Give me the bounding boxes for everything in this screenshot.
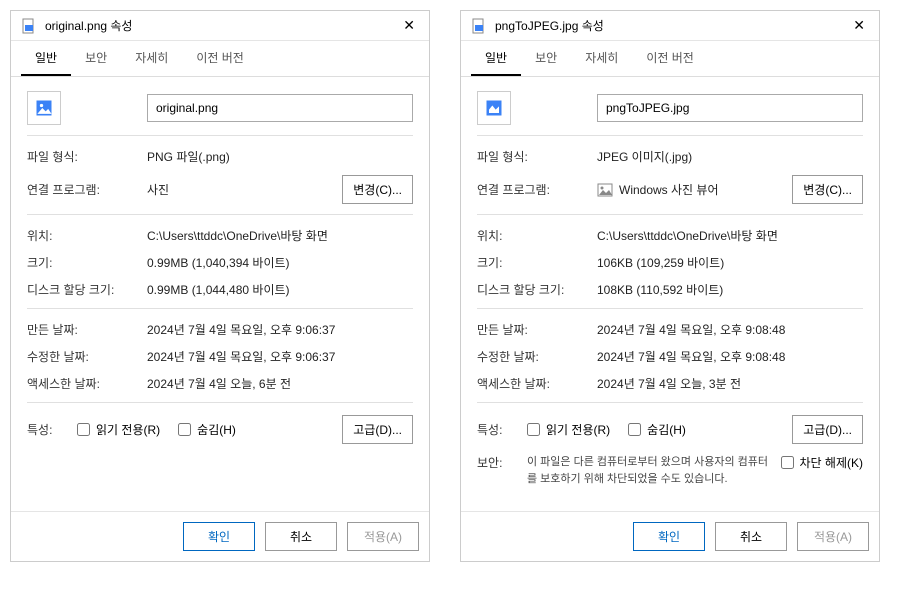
attributes-label: 특성: <box>27 421 77 438</box>
unblock-input[interactable] <box>781 456 794 469</box>
advanced-button[interactable]: 고급(D)... <box>342 415 413 444</box>
location-label: 위치: <box>477 227 597 244</box>
accessed-label: 액세스한 날짜: <box>477 375 597 392</box>
app-icon <box>597 182 613 198</box>
size-value: 0.99MB (1,040,394 바이트) <box>147 254 413 271</box>
location-label: 위치: <box>27 227 147 244</box>
apply-button[interactable]: 적용(A) <box>347 522 419 551</box>
hidden-checkbox[interactable]: 숨김(H) <box>628 421 686 438</box>
readonly-checkbox[interactable]: 읽기 전용(R) <box>77 421 160 438</box>
modified-value: 2024년 7월 4일 목요일, 오후 9:08:48 <box>597 348 863 365</box>
accessed-value: 2024년 7월 4일 오늘, 3분 전 <box>597 375 863 392</box>
disksize-label: 디스크 할당 크기: <box>477 281 597 298</box>
disksize-value: 108KB (110,592 바이트) <box>597 281 863 298</box>
filename-input[interactable] <box>597 94 863 122</box>
change-button[interactable]: 변경(C)... <box>342 175 413 204</box>
opens-with-value: 사진 <box>147 181 342 198</box>
ok-button[interactable]: 확인 <box>633 522 705 551</box>
dialog-body: 파일 형식: PNG 파일(.png) 연결 프로그램: 사진 변경(C)...… <box>11 77 429 511</box>
divider <box>477 214 863 215</box>
security-text: 이 파일은 다른 컴퓨터로부터 왔으며 사용자의 컴퓨터를 보호하기 위해 차단… <box>527 454 771 487</box>
hidden-checkbox[interactable]: 숨김(H) <box>178 421 236 438</box>
hidden-input[interactable] <box>178 423 191 436</box>
size-label: 크기: <box>477 254 597 271</box>
dialog-footer: 확인 취소 적용(A) <box>461 511 879 561</box>
size-value: 106KB (109,259 바이트) <box>597 254 863 271</box>
accessed-label: 액세스한 날짜: <box>27 375 147 392</box>
tab-general[interactable]: 일반 <box>471 41 521 76</box>
close-icon[interactable]: ✕ <box>399 17 419 34</box>
advanced-button[interactable]: 고급(D)... <box>792 415 863 444</box>
unblock-checkbox[interactable]: 차단 해제(K) <box>781 454 864 471</box>
filename-input[interactable] <box>147 94 413 122</box>
properties-dialog-left: original.png 속성 ✕ 일반 보안 자세히 이전 버전 파일 형식:… <box>10 10 430 562</box>
titlebar: original.png 속성 ✕ <box>11 11 429 41</box>
opens-with-label: 연결 프로그램: <box>477 181 597 198</box>
location-value: C:\Users\ttddc\OneDrive\바탕 화면 <box>597 227 863 244</box>
hidden-text: 숨김(H) <box>647 421 686 438</box>
created-value: 2024년 7월 4일 목요일, 오후 9:08:48 <box>597 321 863 338</box>
divider <box>27 214 413 215</box>
modified-label: 수정한 날짜: <box>477 348 597 365</box>
created-label: 만든 날짜: <box>27 321 147 338</box>
accessed-value: 2024년 7월 4일 오늘, 6분 전 <box>147 375 413 392</box>
tab-security[interactable]: 보안 <box>71 41 121 76</box>
modified-value: 2024년 7월 4일 목요일, 오후 9:06:37 <box>147 348 413 365</box>
readonly-input[interactable] <box>77 423 90 436</box>
location-value: C:\Users\ttddc\OneDrive\바탕 화면 <box>147 227 413 244</box>
close-icon[interactable]: ✕ <box>849 17 869 34</box>
hidden-text: 숨김(H) <box>197 421 236 438</box>
filetype-value: PNG 파일(.png) <box>147 148 413 165</box>
divider <box>477 135 863 136</box>
disksize-value: 0.99MB (1,044,480 바이트) <box>147 281 413 298</box>
tab-details[interactable]: 자세히 <box>121 41 182 76</box>
filetype-label: 파일 형식: <box>27 148 147 165</box>
window-title: pngToJPEG.jpg 속성 <box>495 17 849 34</box>
file-type-icon <box>27 91 61 125</box>
file-type-icon <box>477 91 511 125</box>
divider <box>27 402 413 403</box>
tab-previous[interactable]: 이전 버전 <box>182 41 258 76</box>
file-icon <box>471 18 487 34</box>
apply-button[interactable]: 적용(A) <box>797 522 869 551</box>
created-value: 2024년 7월 4일 목요일, 오후 9:06:37 <box>147 321 413 338</box>
created-label: 만든 날짜: <box>477 321 597 338</box>
opens-with-label: 연결 프로그램: <box>27 181 147 198</box>
tab-details[interactable]: 자세히 <box>571 41 632 76</box>
tabs: 일반 보안 자세히 이전 버전 <box>461 41 879 77</box>
ok-button[interactable]: 확인 <box>183 522 255 551</box>
size-label: 크기: <box>27 254 147 271</box>
file-icon <box>21 18 37 34</box>
modified-label: 수정한 날짜: <box>27 348 147 365</box>
tab-general[interactable]: 일반 <box>21 41 71 76</box>
divider <box>477 402 863 403</box>
properties-dialog-right: pngToJPEG.jpg 속성 ✕ 일반 보안 자세히 이전 버전 파일 형식… <box>460 10 880 562</box>
titlebar: pngToJPEG.jpg 속성 ✕ <box>461 11 879 41</box>
readonly-text: 읽기 전용(R) <box>546 421 610 438</box>
filetype-label: 파일 형식: <box>477 148 597 165</box>
hidden-input[interactable] <box>628 423 641 436</box>
divider <box>27 135 413 136</box>
tabs: 일반 보안 자세히 이전 버전 <box>11 41 429 77</box>
security-label: 보안: <box>477 454 527 471</box>
divider <box>477 308 863 309</box>
window-title: original.png 속성 <box>45 17 399 34</box>
disksize-label: 디스크 할당 크기: <box>27 281 147 298</box>
tab-previous[interactable]: 이전 버전 <box>632 41 708 76</box>
dialog-footer: 확인 취소 적용(A) <box>11 511 429 561</box>
dialog-body: 파일 형식: JPEG 이미지(.jpg) 연결 프로그램: Windows 사… <box>461 77 879 511</box>
readonly-text: 읽기 전용(R) <box>96 421 160 438</box>
divider <box>27 308 413 309</box>
change-button[interactable]: 변경(C)... <box>792 175 863 204</box>
cancel-button[interactable]: 취소 <box>715 522 787 551</box>
attributes-label: 특성: <box>477 421 527 438</box>
opens-with-value: Windows 사진 뷰어 <box>619 181 719 198</box>
filetype-value: JPEG 이미지(.jpg) <box>597 148 863 165</box>
unblock-text: 차단 해제(K) <box>800 454 864 471</box>
tab-security[interactable]: 보안 <box>521 41 571 76</box>
cancel-button[interactable]: 취소 <box>265 522 337 551</box>
readonly-input[interactable] <box>527 423 540 436</box>
readonly-checkbox[interactable]: 읽기 전용(R) <box>527 421 610 438</box>
